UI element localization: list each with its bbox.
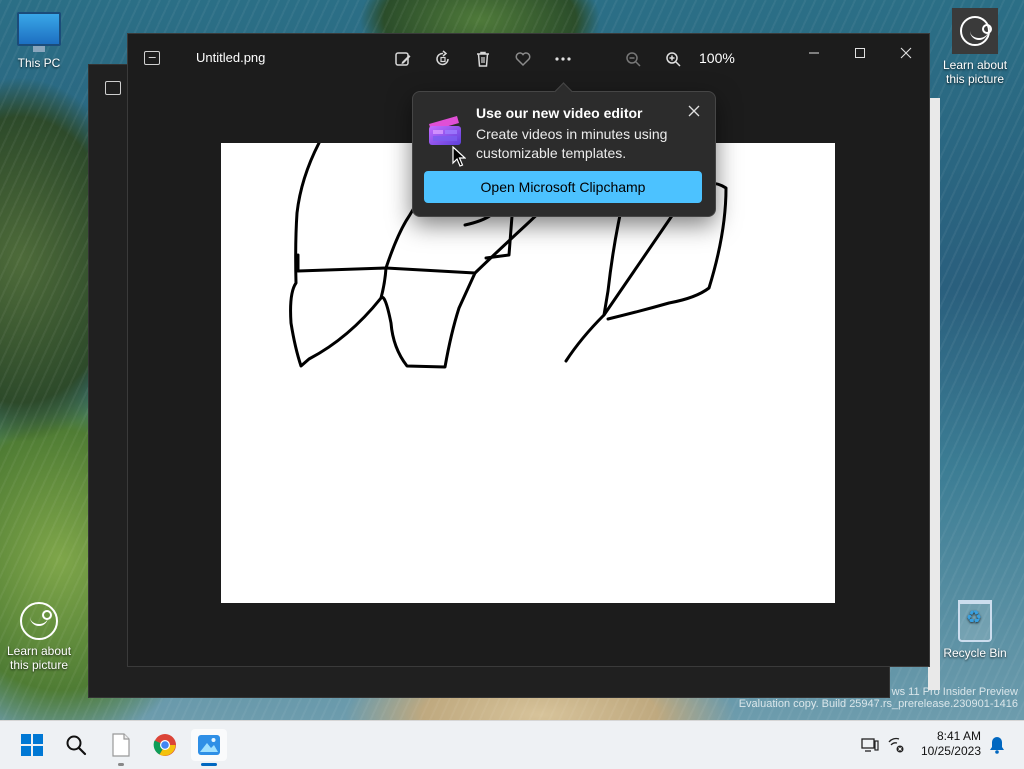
gallery-icon[interactable] — [105, 81, 121, 95]
search-icon — [66, 735, 87, 756]
desktop-icon-recycle-bin[interactable]: Recycle Bin — [936, 600, 1014, 660]
clock-date: 10/25/2023 — [920, 744, 981, 758]
learn-about-picture-icon — [952, 8, 998, 54]
minimize-icon — [809, 52, 819, 54]
edit-image-icon — [395, 52, 411, 66]
more-options-button[interactable] — [551, 47, 575, 71]
running-indicator — [118, 763, 124, 766]
chrome-icon — [153, 734, 176, 756]
learn-about-picture-icon — [20, 602, 58, 640]
network-disconnected-icon — [888, 737, 904, 753]
maximize-button[interactable] — [837, 38, 883, 68]
tray-device-button[interactable] — [860, 735, 880, 755]
maximize-icon — [855, 48, 865, 58]
zoom-out-icon — [626, 52, 641, 67]
recycle-bin-icon — [958, 600, 992, 642]
clipchamp-logo-icon — [429, 116, 461, 145]
close-icon — [688, 105, 700, 117]
active-app-indicator — [201, 763, 217, 766]
favorite-icon — [515, 52, 531, 67]
gallery-button[interactable] — [140, 46, 164, 70]
chrome-button[interactable] — [147, 729, 183, 761]
desktop-icon-label: Recycle Bin — [943, 646, 1007, 660]
rotate-icon — [436, 50, 449, 66]
file-icon — [112, 733, 130, 757]
desktop-icon-label: This PC — [17, 56, 61, 70]
desktop-icon-label: Learn about this picture — [942, 58, 1008, 86]
zoom-in-button[interactable] — [661, 47, 685, 71]
favorite-button[interactable] — [511, 47, 535, 71]
desktop-icon-learn-top[interactable]: Learn about this picture — [936, 8, 1014, 86]
popup-title: Use our new video editor — [476, 105, 643, 121]
device-icon — [861, 738, 879, 752]
desktop-icon-this-pc[interactable]: This PC — [0, 12, 78, 70]
delete-button[interactable] — [471, 47, 495, 71]
edit-image-button[interactable] — [391, 47, 415, 71]
desktop-icon-learn-bottom[interactable]: Learn about this picture — [0, 602, 78, 672]
photos-app-button[interactable] — [191, 729, 227, 761]
photos-icon — [198, 735, 220, 755]
file-app-button[interactable] — [103, 729, 139, 761]
notifications-button[interactable] — [987, 735, 1007, 755]
clock-time: 8:41 AM — [936, 729, 981, 743]
minimize-button[interactable] — [791, 38, 837, 68]
clock[interactable]: 8:41 AM 10/25/2023 — [921, 729, 981, 759]
start-button[interactable] — [14, 729, 50, 761]
title-bar[interactable]: Untitled.png 100% — [128, 34, 929, 82]
taskbar: 8:41 AM 10/25/2023 — [0, 720, 1024, 769]
start-icon — [21, 734, 43, 756]
more-icon — [555, 57, 571, 61]
open-clipchamp-button[interactable]: Open Microsoft Clipchamp — [424, 171, 702, 203]
gallery-icon — [144, 51, 160, 65]
zoom-in-icon — [666, 52, 681, 67]
watermark-line: Evaluation copy. Build 25947.rs_prerelea… — [738, 698, 1018, 710]
zoom-level[interactable]: 100% — [699, 50, 735, 66]
delete-icon — [477, 51, 489, 67]
rotate-button[interactable] — [431, 47, 455, 71]
bell-icon — [990, 737, 1004, 754]
search-button[interactable] — [58, 729, 94, 761]
file-name: Untitled.png — [196, 50, 266, 65]
zoom-out-button[interactable] — [621, 47, 645, 71]
popup-body: Create videos in minutes using customiza… — [476, 126, 668, 161]
close-window-button[interactable] — [883, 38, 929, 68]
mouse-cursor-icon — [452, 146, 466, 167]
close-icon — [900, 47, 912, 59]
monitor-icon — [17, 12, 61, 52]
desktop-icon-label: Learn about this picture — [6, 644, 72, 672]
popup-close-button[interactable] — [683, 100, 705, 122]
tray-network-button[interactable] — [886, 735, 906, 755]
